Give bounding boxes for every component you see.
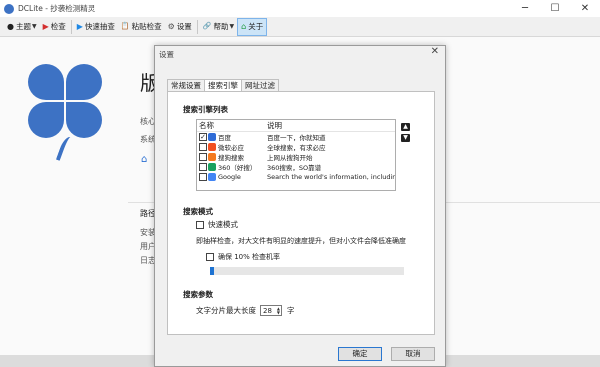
engine-description: 360搜索，SO靠谱 [267, 164, 322, 172]
engine-list-title: 搜索引擎列表 [183, 105, 228, 114]
window-title: DCLite - 抄袭检测精灵 [18, 4, 96, 13]
help-label: 帮助 [213, 22, 229, 31]
quick-mode-option[interactable]: 快速模式 [196, 219, 238, 230]
about-label: 关于 [248, 22, 264, 31]
engine-logo-icon [208, 133, 216, 141]
quick-scan-label: 快速抽查 [84, 22, 115, 31]
about-button[interactable]: ⌂ 关于 [237, 17, 268, 36]
engine-list-header: 名称 说明 [197, 120, 395, 132]
tab-url-filter[interactable]: 网址过滤 [241, 79, 279, 91]
dialog-title: 设置 [159, 50, 174, 59]
engine-logo-icon [208, 143, 216, 151]
play-icon: ▶ [76, 21, 83, 31]
engine-name: 微软必应 [218, 144, 244, 152]
sample-rate-option[interactable]: 确保 10% 检查机率 [206, 252, 280, 262]
quick-mode-label: 快速模式 [208, 220, 238, 229]
move-down-button[interactable]: ▼ [401, 134, 410, 142]
toolbar-divider [196, 19, 198, 34]
segment-length-stepper[interactable]: 28 ▲ ▼ [260, 305, 282, 316]
play-icon: ▶ [42, 21, 49, 31]
engine-description: Search the world's information, includin… [267, 173, 395, 181]
settings-dialog: 设置 ✕ 常规设置 搜索引擎 网址过滤 搜索引擎列表 名称 说明 ✓ 百度 百度一下… [154, 45, 446, 367]
engine-list: 名称 说明 ✓ 百度 百度一下，你就知道微软必应 全球搜索，有求必应搜狗搜索 上网从搜狗… [196, 119, 396, 191]
paste-check-label: 粘贴检查 [131, 22, 162, 31]
engine-name: 百度 [218, 134, 231, 142]
engine-name-cell: 搜狗搜索 [197, 152, 267, 162]
check-button-label: 检查 [50, 22, 66, 31]
engine-logo-icon [208, 173, 216, 181]
theme-menu-label: 主题 [15, 22, 31, 31]
search-mode-description: 即抽样检查，对大文件有明显的速度提升，但对小文件会降低准确度 [196, 237, 406, 245]
engine-logo-icon [208, 153, 216, 161]
engine-name-cell: ✓ 百度 [197, 132, 267, 142]
search-mode-title: 搜索模式 [183, 207, 213, 216]
engine-checkbox[interactable] [199, 153, 207, 161]
theme-icon: ● [7, 21, 14, 31]
description-column-header[interactable]: 说明 [267, 120, 395, 131]
engine-row[interactable]: 搜狗搜索 上网从搜狗开始 [197, 152, 395, 162]
search-params-title: 搜索参数 [183, 290, 213, 299]
gear-icon: ⚙ [167, 21, 175, 31]
engine-row[interactable]: 微软必应 全球搜索，有求必应 [197, 142, 395, 152]
toolbar-divider [70, 19, 72, 34]
close-icon[interactable]: ✕ [570, 0, 600, 17]
engine-name-cell: Google [197, 173, 267, 181]
clipboard-icon: 📋 [120, 22, 130, 30]
help-menu[interactable]: 🔗 帮助 ▼ [200, 18, 237, 36]
theme-menu[interactable]: ● 主题 ▼ [4, 18, 40, 36]
sample-rate-label: 确保 10% 检查机率 [218, 253, 281, 261]
home-icon[interactable]: ⌂ [141, 154, 147, 165]
chevron-down-icon: ▼ [229, 23, 235, 30]
clover-logo-icon [26, 62, 104, 163]
engine-description: 全球搜索，有求必应 [267, 144, 326, 152]
engine-checkbox[interactable]: ✓ [199, 133, 207, 141]
settings-label: 设置 [176, 22, 192, 31]
paste-check-button[interactable]: 📋 粘贴检查 [118, 18, 165, 36]
chevron-down-icon: ▼ [31, 23, 37, 30]
engine-name-cell: 微软必应 [197, 142, 267, 152]
close-icon[interactable]: ✕ [431, 46, 439, 57]
name-column-header[interactable]: 名称 [197, 120, 267, 131]
engine-name: 360（好搜） [218, 164, 257, 172]
segment-length-unit: 字 [287, 306, 295, 315]
sample-rate-checkbox[interactable] [206, 253, 214, 261]
engine-name: Google [218, 173, 241, 181]
stepper-arrows-icon[interactable]: ▲ ▼ [277, 306, 280, 315]
window-controls: ─ ☐ ✕ [510, 0, 600, 17]
quick-mode-checkbox[interactable] [196, 220, 204, 229]
engine-name-cell: 360（好搜） [197, 162, 267, 172]
engine-checkbox[interactable] [199, 143, 207, 151]
engine-name: 搜狗搜索 [218, 154, 244, 162]
app-logo-icon [4, 3, 14, 14]
engine-row[interactable]: ✓ 百度 百度一下，你就知道 [197, 132, 395, 142]
engine-description: 上网从搜狗开始 [267, 154, 313, 162]
minimize-icon[interactable]: ─ [510, 0, 540, 17]
sample-rate-slider[interactable] [210, 267, 404, 275]
main-toolbar: ● 主题 ▼ ▶ 检查 ▶ 快速抽查 📋 粘贴检查 ⚙ 设置 🔗 帮助 ▼ ⌂ … [0, 17, 600, 37]
engine-row[interactable]: 360（好搜） 360搜索，SO靠谱 [197, 162, 395, 172]
check-button[interactable]: ▶ 检查 [40, 18, 69, 36]
title-bar: DCLite - 抄袭检测精灵 ─ ☐ ✕ [0, 0, 600, 17]
segment-length-label: 文字分片最大长度 [196, 306, 256, 315]
link-icon: 🔗 [202, 22, 212, 30]
search-engine-panel: 搜索引擎列表 名称 说明 ✓ 百度 百度一下，你就知道 微软必应 全球搜索，有求必应 搜狗… [167, 91, 435, 335]
slider-fill [210, 267, 214, 275]
segment-length-row: 文字分片最大长度 28 ▲ ▼ 字 [196, 305, 295, 316]
tab-general[interactable]: 常规设置 [167, 79, 205, 91]
segment-length-value: 28 [263, 306, 272, 315]
maximize-icon[interactable]: ☐ [540, 0, 570, 17]
engine-row[interactable]: Google Search the world's information, in… [197, 172, 395, 182]
engine-checkbox[interactable] [199, 163, 207, 171]
engine-description: 百度一下，你就知道 [267, 134, 326, 142]
quick-scan-button[interactable]: ▶ 快速抽查 [74, 18, 118, 36]
ok-button[interactable]: 确定 [338, 347, 382, 361]
home-icon: ⌂ [241, 21, 247, 31]
cancel-button[interactable]: 取消 [391, 347, 435, 361]
engine-checkbox[interactable] [199, 173, 207, 181]
move-up-button[interactable]: ▲ [401, 123, 410, 131]
engine-logo-icon [208, 163, 216, 171]
settings-button[interactable]: ⚙ 设置 [165, 18, 195, 36]
